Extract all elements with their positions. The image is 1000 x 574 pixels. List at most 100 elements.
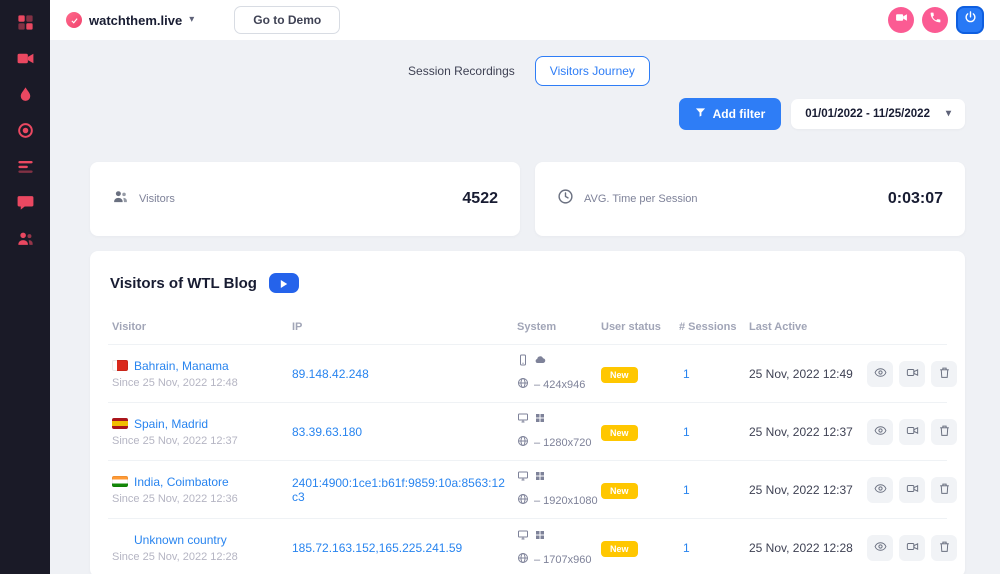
system-cell: – 1707x960 bbox=[517, 528, 601, 569]
view-button[interactable] bbox=[867, 360, 893, 387]
india-flag-icon bbox=[112, 476, 128, 487]
ip-link[interactable]: 2401:4900:1ce1:b61f:9859:10a:8563:12c3 bbox=[292, 476, 517, 504]
row-actions bbox=[867, 476, 957, 503]
visitors-table-card: Visitors of WTL Blog Visitor IP System U… bbox=[90, 251, 965, 574]
stats-row: Visitors 4522 AVG. Time per Session 0:03… bbox=[90, 162, 965, 236]
recordings-button[interactable] bbox=[899, 535, 925, 561]
globe-icon bbox=[517, 376, 529, 394]
chevron-down-icon: ▾ bbox=[189, 14, 195, 25]
visitors-stat-card: Visitors 4522 bbox=[90, 162, 520, 236]
video-camera-icon bbox=[906, 424, 919, 440]
view-button[interactable] bbox=[867, 535, 893, 561]
page-title: Visitors of WTL Blog bbox=[110, 274, 257, 292]
brand-name: watchthem.live bbox=[89, 12, 183, 28]
sessions-count[interactable]: 1 bbox=[679, 367, 749, 381]
brand-logo-icon bbox=[66, 12, 82, 28]
delete-button[interactable] bbox=[931, 418, 957, 445]
power-icon bbox=[963, 10, 978, 30]
bahrain-flag-icon bbox=[112, 360, 128, 371]
unknown-flag-placeholder bbox=[112, 535, 128, 546]
recordings-button[interactable] bbox=[899, 418, 925, 445]
sidebar-item-feedback[interactable] bbox=[14, 194, 36, 216]
visitors-stat-value: 4522 bbox=[462, 190, 498, 207]
eye-icon bbox=[874, 424, 887, 440]
view-tabs: Session Recordings Visitors Journey bbox=[50, 56, 1000, 86]
visitors-stat-label: Visitors bbox=[139, 193, 175, 205]
video-camera-icon bbox=[895, 11, 908, 29]
os-grid-icon bbox=[534, 469, 546, 487]
col-last-active: Last Active bbox=[749, 320, 808, 333]
add-filter-button[interactable]: Add filter bbox=[678, 98, 782, 130]
visitor-location-link[interactable]: Bahrain, Manama bbox=[134, 359, 229, 373]
users-icon bbox=[112, 188, 129, 210]
visitor-location-link[interactable]: India, Coimbatore bbox=[134, 475, 229, 489]
ip-link[interactable]: 89.148.42.248 bbox=[292, 367, 517, 381]
play-all-button[interactable] bbox=[268, 273, 299, 293]
delete-button[interactable] bbox=[931, 476, 957, 503]
date-range-picker[interactable]: 01/01/2022 - 11/25/2022 ▾ bbox=[791, 99, 965, 129]
video-camera-icon bbox=[906, 540, 919, 556]
view-button[interactable] bbox=[867, 418, 893, 445]
sidebar-item-visitors[interactable] bbox=[14, 230, 36, 252]
record-video-button[interactable] bbox=[888, 7, 914, 33]
eye-icon bbox=[874, 482, 887, 498]
trash-icon bbox=[938, 482, 951, 498]
table-row: India, Coimbatore Since 25 Nov, 2022 12:… bbox=[108, 461, 957, 519]
delete-button[interactable] bbox=[931, 360, 957, 387]
visitor-location-link[interactable]: Spain, Madrid bbox=[134, 417, 208, 431]
sessions-count[interactable]: 1 bbox=[679, 425, 749, 439]
screen-resolution: – 1707x960 bbox=[534, 553, 592, 566]
sidebar-item-dashboard[interactable] bbox=[14, 14, 36, 36]
status-badge: New bbox=[601, 482, 638, 499]
video-camera-icon bbox=[906, 366, 919, 382]
tab-session-recordings[interactable]: Session Recordings bbox=[400, 57, 523, 85]
cloud-icon bbox=[534, 353, 546, 371]
sidebar-item-live-record[interactable] bbox=[14, 122, 36, 144]
recordings-button[interactable] bbox=[899, 476, 925, 503]
view-button[interactable] bbox=[867, 476, 893, 503]
col-sessions: # Sessions bbox=[679, 320, 737, 333]
power-toggle-button[interactable] bbox=[956, 6, 984, 34]
last-active: 25 Nov, 2022 12:49 bbox=[749, 366, 853, 381]
globe-icon bbox=[517, 492, 529, 510]
visitor-cell: Unknown country Since 25 Nov, 2022 12:28 bbox=[112, 533, 292, 563]
mobile-device-icon bbox=[517, 353, 529, 371]
sessions-count[interactable]: 1 bbox=[679, 483, 749, 497]
add-filter-label: Add filter bbox=[712, 107, 766, 121]
funnel-icon bbox=[695, 107, 706, 121]
delete-button[interactable] bbox=[931, 535, 957, 561]
recordings-button[interactable] bbox=[899, 360, 925, 387]
last-active: 25 Nov, 2022 12:28 bbox=[749, 541, 853, 555]
globe-icon bbox=[517, 434, 529, 452]
brand-menu[interactable]: watchthem.live ▾ bbox=[66, 12, 194, 28]
call-support-button[interactable] bbox=[922, 7, 948, 33]
avg-time-stat-value: 0:03:07 bbox=[887, 190, 943, 207]
record-circle-icon bbox=[16, 121, 35, 145]
monitor-icon bbox=[517, 411, 529, 429]
eye-icon bbox=[874, 540, 887, 556]
users-icon bbox=[16, 229, 35, 253]
visitor-cell: India, Coimbatore Since 25 Nov, 2022 12:… bbox=[112, 475, 292, 505]
system-cell: – 424x946 bbox=[517, 353, 601, 394]
sidebar-item-recordings[interactable] bbox=[14, 50, 36, 72]
visitor-location-link[interactable]: Unknown country bbox=[134, 533, 227, 547]
monitor-icon bbox=[517, 469, 529, 487]
screen-resolution: – 1920x1080 bbox=[534, 495, 598, 507]
sessions-count[interactable]: 1 bbox=[679, 541, 749, 555]
os-grid-icon bbox=[534, 411, 546, 429]
sidebar-item-sessions-list[interactable] bbox=[14, 158, 36, 180]
tab-visitors-journey[interactable]: Visitors Journey bbox=[534, 56, 650, 86]
chevron-down-icon: ▾ bbox=[945, 108, 951, 119]
go-to-demo-button[interactable]: Go to Demo bbox=[234, 6, 341, 34]
table-row: Unknown country Since 25 Nov, 2022 12:28… bbox=[108, 519, 957, 574]
col-visitor: Visitor bbox=[112, 320, 147, 333]
ip-link[interactable]: 185.72.163.152,165.225.241.59 bbox=[292, 541, 517, 555]
avg-time-stat-label: AVG. Time per Session bbox=[584, 193, 698, 205]
list-icon bbox=[16, 157, 35, 181]
sidebar-item-heatmaps[interactable] bbox=[14, 86, 36, 108]
ip-link[interactable]: 83.39.63.180 bbox=[292, 425, 517, 439]
os-grid-icon bbox=[534, 528, 546, 546]
row-actions bbox=[867, 360, 957, 387]
video-camera-icon bbox=[16, 49, 35, 73]
visitor-since: Since 25 Nov, 2022 12:48 bbox=[112, 376, 238, 389]
